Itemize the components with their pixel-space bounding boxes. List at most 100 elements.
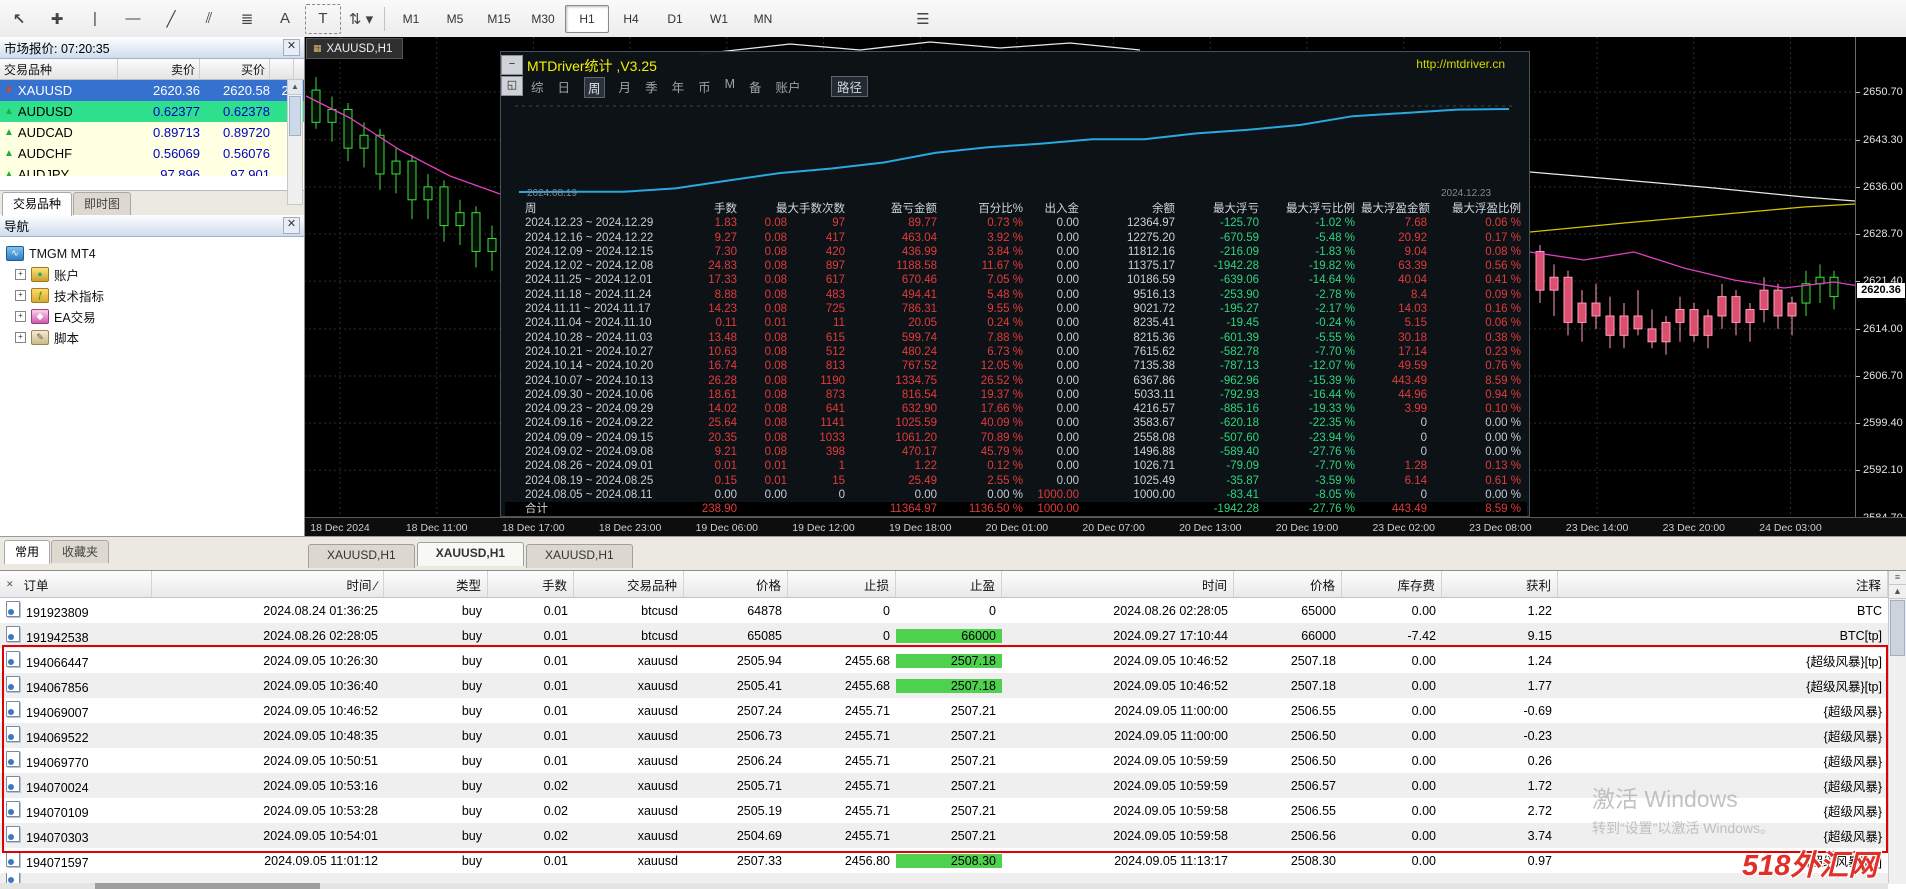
text-label-icon[interactable]: T	[305, 4, 341, 34]
trendline-icon[interactable]: ╱	[153, 4, 189, 34]
market-watch-col-header[interactable]: 交易品种	[0, 59, 118, 79]
symbol-row-audchf[interactable]: ▲AUDCHF0.560690.560767	[0, 143, 304, 164]
stats-row[interactable]: 2024.12.09 ~ 2024.12.157.300.08420436.99…	[505, 245, 1527, 259]
order-row[interactable]: 1940715972024.09.05 11:01:12buy0.01xauus…	[0, 848, 1906, 873]
symbol-row-audcad[interactable]: ▲AUDCAD0.897130.897207	[0, 122, 304, 143]
stats-row[interactable]: 2024.11.25 ~ 2024.12.0117.330.08617670.4…	[505, 273, 1527, 287]
stats-row[interactable]: 2024.09.30 ~ 2024.10.0618.610.08873816.5…	[505, 388, 1527, 402]
order-row[interactable]: 1940664472024.09.05 10:26:30buy0.01xauus…	[0, 648, 1906, 673]
orders-col-header[interactable]: 库存费	[1342, 571, 1442, 597]
order-row[interactable]: 1940703032024.09.05 10:54:01buy0.02xauus…	[0, 823, 1906, 848]
stats-row[interactable]: 2024.10.28 ~ 2024.11.0313.480.08615599.7…	[505, 331, 1527, 345]
order-row[interactable]: 1919425382024.08.26 02:28:05buy0.01btcus…	[0, 623, 1906, 648]
scroll-thumb[interactable]	[95, 883, 320, 889]
orders-col-header[interactable]: 交易品种	[574, 571, 684, 597]
order-row[interactable]: 1940697702024.09.05 10:50:51buy0.01xauus…	[0, 748, 1906, 773]
navigator-item-1[interactable]: +ƒ技术指标	[6, 285, 304, 306]
arrows-icon[interactable]: ⇅ ▾	[343, 4, 379, 34]
equidistant-channel-icon[interactable]: ⫽	[191, 4, 227, 34]
horizontal-line-icon[interactable]: —	[115, 4, 151, 34]
timeframe-d1-button[interactable]: D1	[653, 5, 697, 33]
menu-icon[interactable]: ☰	[905, 4, 941, 34]
symbol-row-audjpy[interactable]: ▲AUDJPY97.89697.901	[0, 164, 304, 176]
order-row[interactable]: 1940690072024.09.05 10:46:52buy0.01xauus…	[0, 698, 1906, 723]
stats-row[interactable]: 2024.09.23 ~ 2024.09.2914.020.08641632.9…	[505, 402, 1527, 416]
close-icon[interactable]: ✕	[283, 39, 300, 56]
orders-col-header[interactable]: 手数	[488, 571, 574, 597]
symbol-row-audusd[interactable]: ▲AUDUSD0.623770.623781	[0, 101, 304, 122]
expand-icon[interactable]: +	[15, 290, 26, 301]
stats-row[interactable]: 2024.10.14 ~ 2024.10.2016.740.08813767.5…	[505, 359, 1527, 373]
chart-tab-1[interactable]: XAUUSD,H1	[417, 542, 524, 566]
orders-hscrollbar[interactable]	[0, 883, 1888, 889]
stats-row[interactable]: 2024.08.19 ~ 2024.08.250.150.011525.492.…	[505, 474, 1527, 488]
stats-total-row[interactable]: 合计238.9011364.971136.50 %1000.00-1942.28…	[505, 502, 1527, 516]
navigator-root[interactable]: ∿TMGM MT4	[6, 243, 304, 264]
mtdriver-url[interactable]: http://mtdriver.cn	[1416, 57, 1505, 71]
scroll-thumb[interactable]	[289, 96, 301, 136]
chart-tab-0[interactable]: XAUUSD,H1	[308, 544, 415, 568]
stats-row[interactable]: 2024.11.18 ~ 2024.11.248.880.08483494.41…	[505, 288, 1527, 302]
crosshair-icon[interactable]: ✚	[39, 4, 75, 34]
timeframe-h4-button[interactable]: H4	[609, 5, 653, 33]
order-row[interactable]: 1919238092024.08.24 01:36:25buy0.01btcus…	[0, 598, 1906, 623]
market-watch-col-header[interactable]	[270, 59, 294, 79]
orders-col-header[interactable]: 止盈	[896, 571, 1002, 597]
timeframe-m30-button[interactable]: M30	[521, 5, 565, 33]
expand-icon[interactable]: +	[15, 269, 26, 280]
expand-icon[interactable]: +	[15, 332, 26, 343]
tab-交易品种[interactable]: 交易品种	[2, 192, 72, 216]
timeframe-h1-button[interactable]: H1	[565, 5, 609, 33]
orders-vscrollbar[interactable]: ≡ ▲	[1888, 571, 1906, 883]
tab-即时图[interactable]: 即时图	[73, 192, 131, 215]
orders-col-header[interactable]: 类型	[384, 571, 488, 597]
scroll-thumb[interactable]	[1890, 600, 1905, 656]
price-axis[interactable]: 2650.702643.302636.002628.702621.402614.…	[1855, 37, 1906, 517]
tab-收藏夹[interactable]: 收藏夹	[51, 540, 109, 563]
market-watch-col-header[interactable]: 买价	[200, 59, 270, 79]
list-icon[interactable]: ≡	[1889, 571, 1906, 585]
symbol-row-xauusd[interactable]: ▼XAUUSD2620.362620.5822	[0, 80, 304, 101]
timeframe-mn-button[interactable]: MN	[741, 5, 785, 33]
stats-row[interactable]: 2024.10.07 ~ 2024.10.1326.280.0811901334…	[505, 374, 1527, 388]
orders-col-header[interactable]: 价格	[684, 571, 788, 597]
timeframe-m5-button[interactable]: M5	[433, 5, 477, 33]
scroll-up-icon[interactable]: ▲	[288, 80, 302, 95]
navigator-item-3[interactable]: +✎脚本	[6, 327, 304, 348]
navigator-item-0[interactable]: +●账户	[6, 264, 304, 285]
cursor-icon[interactable]: ↖	[1, 4, 37, 34]
chart-tab-2[interactable]: XAUUSD,H1	[526, 544, 633, 568]
stats-row[interactable]: 2024.08.26 ~ 2024.09.010.010.0111.220.12…	[505, 459, 1527, 473]
order-row[interactable]: 1940701092024.09.05 10:53:28buy0.02xauus…	[0, 798, 1906, 823]
order-row[interactable]: 1940700242024.09.05 10:53:16buy0.02xauus…	[0, 773, 1906, 798]
orders-col-header[interactable]: 获利	[1442, 571, 1558, 597]
orders-col-header[interactable]: 止损	[788, 571, 896, 597]
stats-row[interactable]: 2024.11.11 ~ 2024.11.1714.230.08725786.3…	[505, 302, 1527, 316]
orders-col-header[interactable]: 时间	[1002, 571, 1234, 597]
stats-row[interactable]: 2024.12.23 ~ 2024.12.291.830.089789.770.…	[505, 216, 1527, 230]
stats-row[interactable]: 2024.09.02 ~ 2024.09.089.210.08398470.17…	[505, 445, 1527, 459]
timeframe-m1-button[interactable]: M1	[389, 5, 433, 33]
timeframe-w1-button[interactable]: W1	[697, 5, 741, 33]
timeframe-m15-button[interactable]: M15	[477, 5, 521, 33]
close-icon[interactable]: ✕	[283, 217, 300, 234]
navigator-item-2[interactable]: +◆EA交易	[6, 306, 304, 327]
close-icon[interactable]: ✕	[6, 579, 14, 590]
tab-常用[interactable]: 常用	[4, 540, 50, 564]
orders-col-header[interactable]: ✕订单	[0, 571, 152, 597]
orders-col-header[interactable]: 注释	[1558, 571, 1888, 597]
market-watch-col-header[interactable]: 卖价	[118, 59, 200, 79]
panel-minimize-button[interactable]: −	[501, 55, 523, 75]
expand-icon[interactable]: +	[15, 311, 26, 322]
stats-row[interactable]: 2024.11.04 ~ 2024.11.100.110.011120.050.…	[505, 316, 1527, 330]
text-icon[interactable]: A	[267, 4, 303, 34]
stats-row[interactable]: 2024.08.05 ~ 2024.08.110.000.0000.000.00…	[505, 488, 1527, 502]
vertical-line-icon[interactable]: |	[77, 4, 113, 34]
scroll-up-icon[interactable]: ▲	[1889, 585, 1906, 599]
fibonacci-icon[interactable]: ≣	[229, 4, 265, 34]
order-row[interactable]: 1940695222024.09.05 10:48:35buy0.01xauus…	[0, 723, 1906, 748]
stats-row[interactable]: 2024.12.02 ~ 2024.12.0824.830.088971188.…	[505, 259, 1527, 273]
stats-row[interactable]: 2024.10.21 ~ 2024.10.2710.630.08512480.2…	[505, 345, 1527, 359]
panel-chart-button[interactable]: ◱	[501, 76, 523, 96]
orders-col-header[interactable]: 价格	[1234, 571, 1342, 597]
